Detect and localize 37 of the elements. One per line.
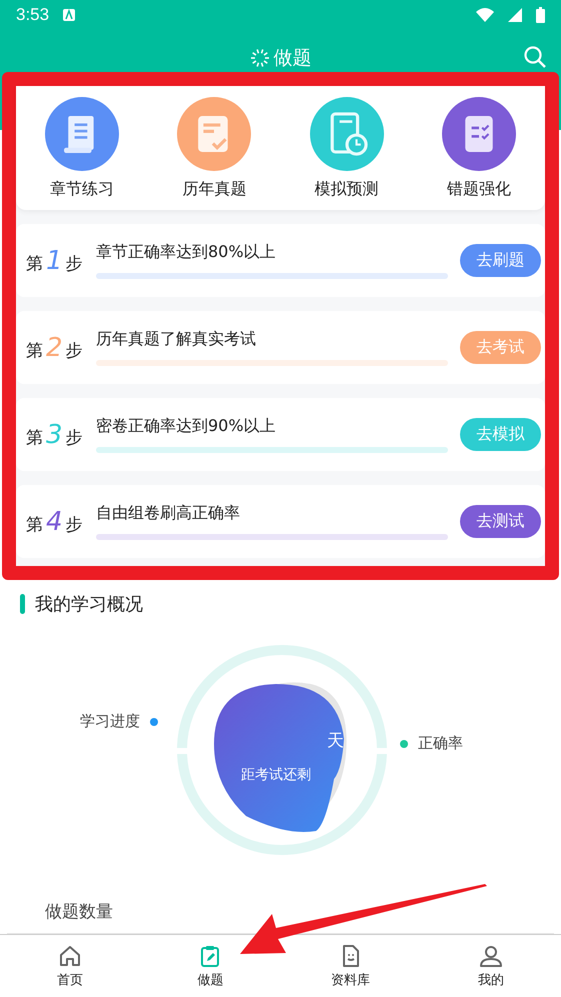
status-time: 3:53	[16, 5, 50, 25]
search-icon[interactable]	[523, 45, 547, 69]
clock-icon	[310, 96, 384, 170]
page-title: 做题	[274, 46, 312, 70]
loading-icon	[250, 48, 270, 68]
step-description: 章节正确率达到80%以上	[96, 242, 277, 263]
section-marker	[20, 594, 25, 614]
quick-entry-label[interactable]: 错题强化	[446, 178, 511, 200]
quick-entry-label[interactable]: 模拟预测	[314, 178, 379, 200]
clipboard-icon	[442, 96, 516, 170]
legend-label: 学习进度	[80, 712, 140, 731]
quick-entry-label[interactable]: 历年真题	[182, 178, 246, 200]
signal-icon	[508, 8, 522, 22]
scroll-icon	[45, 96, 120, 170]
battery-icon	[536, 7, 545, 23]
step-number: 第 4 步	[26, 506, 84, 536]
step-number: 第 2 步	[26, 332, 84, 362]
section-title: 我的学习概况	[35, 593, 143, 616]
step-description: 密卷正确率达到90%以上	[96, 416, 277, 437]
days-unit: 天	[327, 730, 344, 752]
countdown-label: 距考试还剩	[241, 766, 311, 784]
step-number: 第 3 步	[26, 420, 84, 450]
paper-icon	[177, 96, 252, 170]
nav-tab[interactable]: 资料库	[280, 935, 421, 997]
step-description: 历年真题了解真实考试	[96, 329, 257, 350]
nav-tab[interactable]: 我的	[420, 935, 561, 997]
step-button[interactable]: 去测试	[460, 505, 541, 538]
nav-tab[interactable]: 首页	[0, 935, 140, 997]
person-icon	[478, 943, 504, 969]
legend-label: 正确率	[418, 734, 463, 753]
step-number: 第 1 步	[26, 246, 84, 276]
step-description: 自由组卷刷高正确率	[96, 503, 241, 524]
notification-icon	[63, 9, 76, 21]
quick-entry-label[interactable]: 章节练习	[50, 178, 114, 200]
question-count-label: 做题数量	[45, 901, 114, 923]
wifi-icon	[476, 8, 494, 22]
nav-tab[interactable]: 做题	[140, 935, 280, 997]
